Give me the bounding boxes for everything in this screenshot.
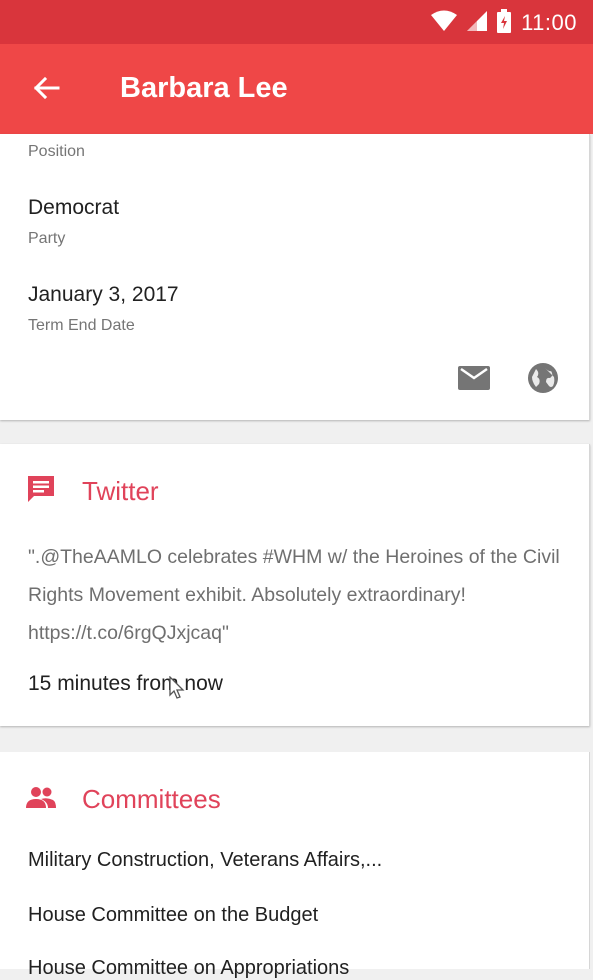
party-label: Party	[28, 230, 66, 247]
position-label: Position	[28, 143, 85, 160]
email-icon	[458, 365, 490, 395]
signal-icon	[467, 10, 488, 37]
term-end-label: Term End Date	[28, 317, 135, 334]
tweet-text[interactable]: ".@TheAAMLO celebrates #WHM w/ the Heroi…	[28, 538, 568, 652]
tweet-time: 15 minutes from now	[28, 672, 223, 695]
app-bar: Barbara Lee	[0, 44, 593, 134]
website-button[interactable]	[523, 360, 563, 400]
email-button[interactable]	[454, 360, 494, 400]
twitter-card: Twitter ".@TheAAMLO celebrates #WHM w/ t…	[0, 444, 590, 726]
arrow-back-icon	[32, 76, 60, 105]
page-title: Barbara Lee	[120, 72, 288, 104]
status-bar: 11:00	[0, 0, 593, 44]
committees-header: Committees	[26, 784, 221, 815]
committee-item[interactable]: House Committee on the Budget	[28, 904, 318, 927]
term-end-value: January 3, 2017	[28, 283, 179, 306]
wifi-icon	[431, 10, 458, 37]
committees-card: Committees Military Construction, Vetera…	[0, 752, 590, 979]
details-card: Position Democrat Party January 3, 2017 …	[0, 134, 590, 420]
message-icon	[26, 474, 56, 509]
mouse-cursor-icon	[168, 675, 186, 705]
group-icon	[26, 786, 56, 813]
committee-item[interactable]: Military Construction, Veterans Affairs,…	[28, 849, 382, 872]
party-value: Democrat	[28, 196, 120, 219]
status-time: 11:00	[521, 10, 577, 35]
twitter-title: Twitter	[82, 476, 159, 506]
twitter-header: Twitter	[26, 474, 159, 509]
committees-title: Committees	[82, 784, 221, 814]
globe-icon	[527, 362, 559, 399]
back-button[interactable]	[22, 66, 70, 114]
battery-icon	[497, 8, 512, 38]
status-icons: 11:00	[431, 8, 577, 38]
